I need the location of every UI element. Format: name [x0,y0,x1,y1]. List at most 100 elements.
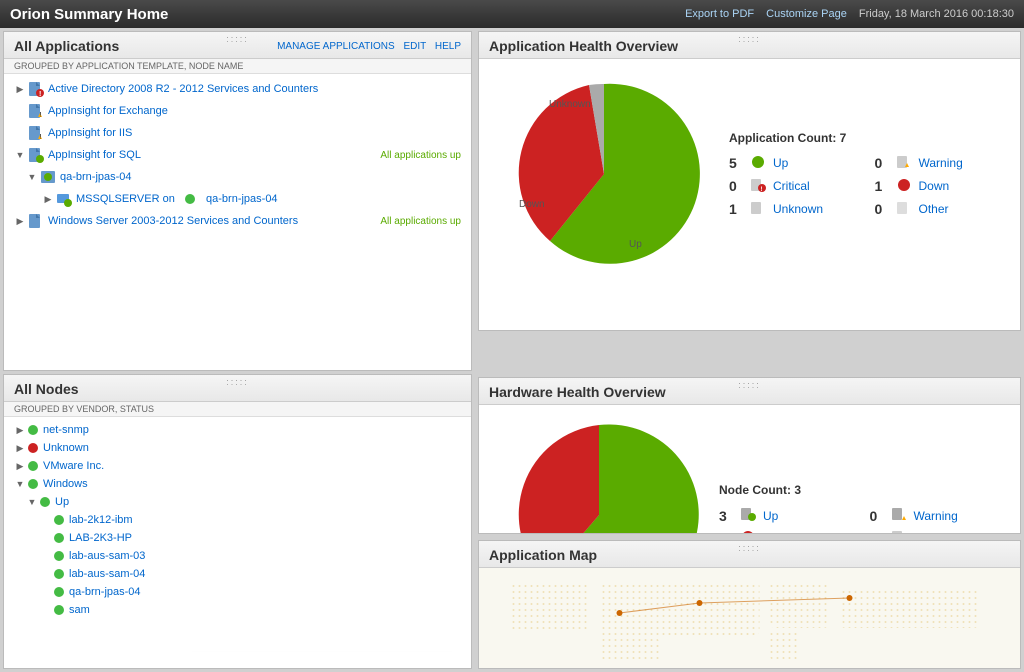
list-item[interactable]: ▼ Windows [10,475,465,493]
all-nodes-panel: ::::: All Nodes GROUPED BY VENDOR, STATU… [3,374,472,669]
app-label[interactable]: Windows Server 2003-2012 Services and Co… [48,215,380,227]
node-label[interactable]: LAB-2K3-HP [69,532,461,544]
hw-health-pie: Critical Up [499,415,699,534]
legend-item-down: 1 Down [875,178,1001,195]
app-label[interactable]: AppInsight for Exchange [48,105,461,117]
hw-health-title: Hardware Health Overview [489,384,666,400]
app-map-content [479,568,1020,668]
hw-warning-icon [890,507,908,524]
list-item[interactable]: ▼ AppInsight for SQL All applications up [10,144,465,166]
expand-icon[interactable]: ▶ [42,193,54,205]
node-label[interactable]: lab-aus-sam-04 [69,568,461,580]
svg-text:!: ! [40,113,42,119]
hw-warning-link[interactable]: Warning [914,509,958,523]
list-item[interactable]: ▶ ! AppInsight for Exchange [10,100,465,122]
down-dot-icon [895,178,913,195]
app-label[interactable]: AppInsight for SQL [48,149,380,161]
unknown-link[interactable]: Unknown [773,202,823,216]
svg-text:!: ! [39,91,41,97]
app-map-header: ::::: Application Map [479,541,1020,568]
status-dot [54,605,64,615]
expand-icon[interactable]: ▶ [14,83,26,95]
customize-page-link[interactable]: Customize Page [766,8,847,20]
all-nodes-tree: ▶ net-snmp ▶ Unknown ▶ VMware Inc. ▼ Win… [4,417,471,652]
app-health-pie: Unknown Down Up [499,69,709,279]
other-link[interactable]: Other [919,202,949,216]
app-badge: All applications up [380,150,461,161]
list-item[interactable]: lab-2k12-ibm [10,511,465,529]
export-pdf-link[interactable]: Export to PDF [685,8,754,20]
app-title: Orion Summary Home [10,6,168,23]
status-dot [28,461,38,471]
status-dot [28,479,38,489]
app-label[interactable]: qa-brn-jpas-04 [60,171,461,183]
expand-icon[interactable]: ▼ [26,496,38,508]
warning-doc-icon [895,155,913,172]
list-item[interactable]: ▶ Windows Server 2003-2012 Services and … [10,210,465,232]
list-item[interactable]: ▶ ! Active Directory 2008 R2 - 2012 Serv… [10,78,465,100]
list-item[interactable]: qa-brn-jpas-04 [10,583,465,601]
hw-critical-link[interactable]: Critical [763,532,800,535]
hw-up-link[interactable]: Up [763,509,778,523]
list-item[interactable]: sam [10,601,465,619]
hw-undefined-link[interactable]: Undefined [914,532,969,535]
app-map-panel: ::::: Application Map [478,540,1021,669]
status-dot [28,425,38,435]
critical-link[interactable]: Critical [773,179,810,193]
app-doc-green-icon [28,147,44,163]
node-label[interactable]: Up [55,496,461,508]
node-label[interactable]: VMware Inc. [43,460,461,472]
warning-link[interactable]: Warning [919,156,963,170]
list-item[interactable]: ▼ qa-brn-jpas-04 [10,166,465,188]
list-item[interactable]: ▶ Unknown [10,439,465,457]
edit-link[interactable]: EDIT [403,41,426,52]
list-item[interactable]: ▶ MSSQLSERVER on qa-brn-jpas-04 [10,188,465,210]
node-label[interactable]: lab-aus-sam-03 [69,550,461,562]
legend-item-warning: 0 Warning [875,155,1001,172]
list-item[interactable]: ▶ net-snmp [10,421,465,439]
up-link[interactable]: Up [773,156,788,170]
node-label[interactable]: net-snmp [43,424,461,436]
list-item[interactable]: LAB-2K3-HP [10,529,465,547]
list-item[interactable]: lab-aus-sam-03 [10,547,465,565]
hw-health-panel: ::::: Hardware Health Overview Critical … [478,377,1021,534]
app-label[interactable]: MSSQLSERVER on qa-brn-jpas-04 [76,193,461,205]
expand-icon[interactable]: ▼ [26,171,38,183]
expand-icon[interactable]: ▶ [14,442,26,454]
node-label[interactable]: lab-2k12-ibm [69,514,461,526]
status-dot [40,497,50,507]
expand-icon[interactable]: ▶ [14,460,26,472]
node-label[interactable]: Unknown [43,442,461,454]
expand-icon[interactable]: ▶ [14,424,26,436]
expand-icon[interactable]: ▶ [14,215,26,227]
app-map-title: Application Map [489,547,597,563]
manage-applications-link[interactable]: MANAGE APPLICATIONS [277,41,395,52]
app-doc-blue-icon [28,213,44,229]
hw-critical-dot-icon [739,530,757,534]
all-applications-header: ::::: All Applications MANAGE APPLICATIO… [4,32,471,59]
list-item[interactable]: ▼ Up [10,493,465,511]
up-dot-icon [749,155,767,172]
all-nodes-header: ::::: All Nodes [4,375,471,402]
all-applications-subtitle: GROUPED BY APPLICATION TEMPLATE, NODE NA… [4,59,471,74]
legend-item-hw-warning: 0 Warning [870,507,1001,524]
all-nodes-subtitle: GROUPED BY VENDOR, STATUS [4,402,471,417]
list-item[interactable]: ▶ VMware Inc. [10,457,465,475]
node-label[interactable]: Windows [43,478,461,490]
app-health-chart-area: Unknown Down Up Application Count: 7 5 U… [479,59,1020,289]
other-doc-icon [895,201,913,218]
app-label[interactable]: AppInsight for IIS [48,127,461,139]
list-item[interactable]: lab-aus-sam-04 [10,565,465,583]
app-label[interactable]: Active Directory 2008 R2 - 2012 Services… [48,83,461,95]
all-applications-title: All Applications [14,38,119,54]
expand-icon[interactable]: ▼ [14,478,26,490]
node-label[interactable]: qa-brn-jpas-04 [69,586,461,598]
app-doc-warn-icon2: ! [28,125,44,141]
list-item[interactable]: ▶ ! AppInsight for IIS [10,122,465,144]
legend-item-other: 0 Other [875,201,1001,218]
unknown-doc-icon [749,201,767,218]
expand-icon[interactable]: ▼ [14,149,26,161]
help-link[interactable]: HELP [435,41,461,52]
down-link[interactable]: Down [919,179,950,193]
node-label[interactable]: sam [69,604,461,616]
